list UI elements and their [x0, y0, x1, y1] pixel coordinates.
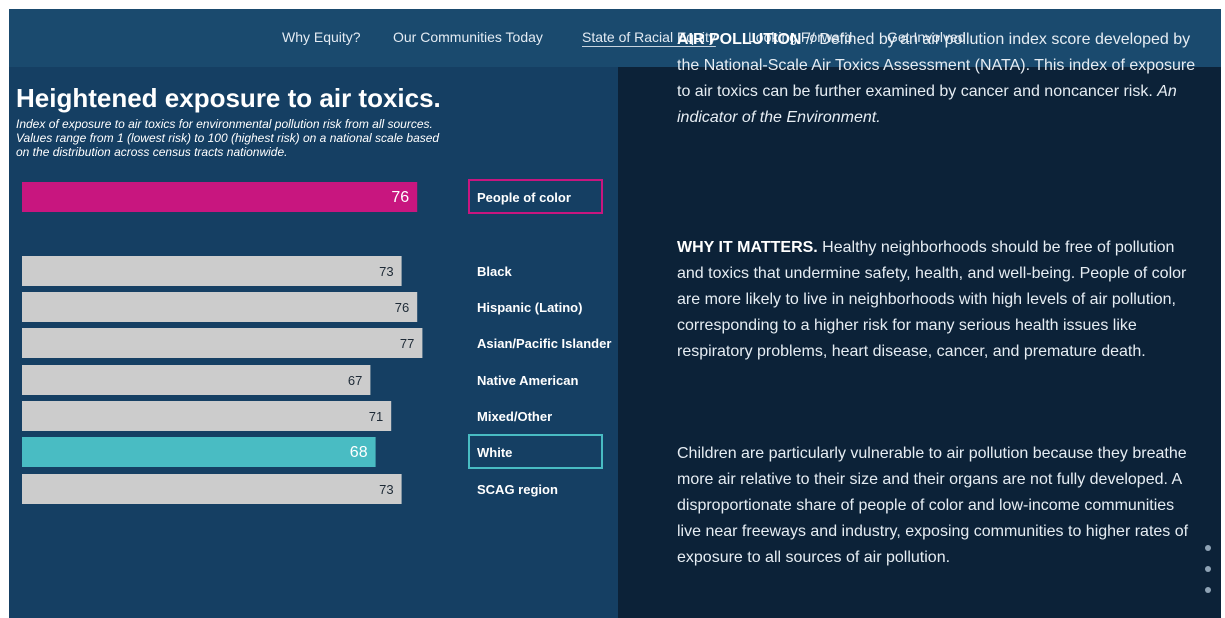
value-label-white: 68 [350, 444, 368, 461]
pager-dot[interactable] [1205, 587, 1211, 593]
value-label-mixed-other: 71 [369, 409, 383, 424]
nav-why-equity[interactable]: Why Equity? [282, 29, 361, 45]
bar-chart: 76 People of color 73 Black 76 Hispanic (Lati… [22, 179, 611, 504]
category-label-mixed-other: Mixed/Other [477, 409, 552, 424]
category-label-asian-pacific-islander: Asian/Pacific Islander [477, 336, 611, 351]
bar-hispanic-latino [22, 292, 418, 322]
bar-asian-pacific-islander [22, 328, 423, 358]
bar-people-of-color [22, 182, 418, 212]
category-label-white: White [477, 445, 512, 460]
category-label-native-american: Native American [477, 373, 578, 388]
why-it-matters-heading: WHY IT MATTERS. [677, 239, 818, 256]
category-label-people-of-color: People of color [477, 190, 571, 205]
value-label-black: 73 [379, 264, 393, 279]
nav-our-communities-today[interactable]: Our Communities Today [393, 29, 543, 45]
bar-white [22, 437, 376, 467]
bar-native-american [22, 365, 371, 395]
bar-scag-region [22, 474, 402, 504]
category-label-black: Black [477, 264, 512, 279]
value-label-scag-region: 73 [379, 482, 393, 497]
air-pollution-paragraph: AIR POLLUTION // Defined by an air pollu… [677, 27, 1197, 131]
category-label-scag-region: SCAG region [477, 482, 558, 497]
category-label-hispanic-latino: Hispanic (Latino) [477, 300, 582, 315]
value-label-people-of-color: 76 [391, 189, 409, 206]
bar-black [22, 256, 402, 286]
value-label-hispanic-latino: 76 [395, 300, 409, 315]
air-pollution-heading: AIR POLLUTION [677, 31, 802, 48]
children-paragraph: Children are particularly vulnerable to … [677, 445, 1189, 566]
page-frame: Why Equity? Our Communities Today State … [9, 9, 1221, 618]
value-label-asian-pacific-islander: 77 [400, 336, 414, 351]
value-label-native-american: 67 [348, 373, 362, 388]
bar-mixed-other [22, 401, 392, 431]
why-it-matters-paragraph: WHY IT MATTERS. Healthy neighborhoods sh… [677, 235, 1197, 365]
pager-dot[interactable] [1205, 545, 1211, 551]
section-pager[interactable] [1205, 545, 1215, 608]
why-it-matters-body: Healthy neighborhoods should be free of … [677, 239, 1187, 360]
pager-dot[interactable] [1205, 566, 1211, 572]
